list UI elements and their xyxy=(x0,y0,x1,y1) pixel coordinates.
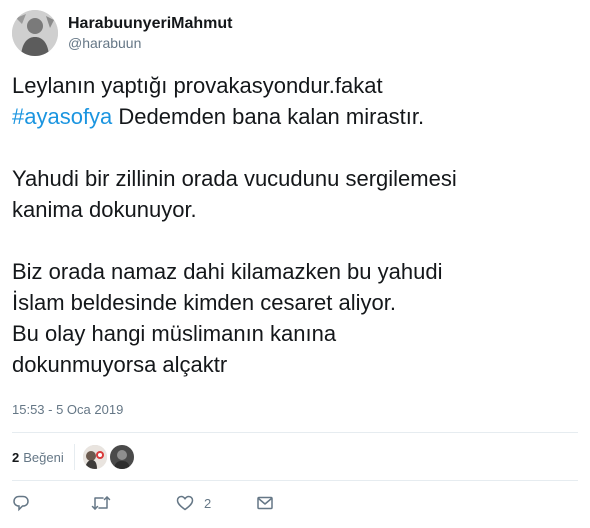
vertical-separator xyxy=(73,444,75,470)
author-handle[interactable]: @harabuun xyxy=(68,34,232,52)
likes-count[interactable]: 2 xyxy=(12,450,19,465)
tweet-line: İslam beldesinde kimden cesaret aliyor. xyxy=(12,290,396,315)
likes-label[interactable]: Beğeni xyxy=(23,450,63,465)
divider xyxy=(12,480,578,481)
tweet-line: Bu olay hangi müslimanın kanına xyxy=(12,321,337,346)
author-display-name[interactable]: HarabuunyeriMahmut xyxy=(68,14,232,34)
tweet-line: Yahudi bir zillinin orada vucudunu sergi… xyxy=(12,166,457,191)
reply-icon xyxy=(12,494,30,512)
like-button[interactable]: 2 xyxy=(176,494,211,512)
envelope-icon xyxy=(256,494,274,512)
tweet-line-rest: Dedemden bana kalan mirastır. xyxy=(112,104,425,129)
author-avatar[interactable] xyxy=(12,10,58,56)
liker-avatar[interactable] xyxy=(82,445,107,469)
hashtag-link[interactable]: #ayasofya xyxy=(12,104,112,129)
reply-button[interactable] xyxy=(12,494,30,512)
tweet-line: #ayasofya Dedemden bana kalan mirastır. xyxy=(12,101,582,132)
like-count: 2 xyxy=(204,495,212,511)
tweet-text: Leylanın yaptığı provakasyondur.fakat #a… xyxy=(12,70,582,380)
tweet-line: Leylanın yaptığı provakasyondur.fakat xyxy=(12,73,383,98)
tweet-header: HarabuunyeriMahmut @harabuun xyxy=(12,10,232,56)
heart-icon xyxy=(176,494,194,512)
direct-message-button[interactable] xyxy=(256,494,274,512)
liker-avatar[interactable] xyxy=(109,445,134,469)
tweet-line: dokunmuyorsa alçaktr xyxy=(12,352,228,377)
tweet-line: kanima dokunuyor. xyxy=(12,197,197,222)
retweet-icon xyxy=(91,494,111,512)
likes-row: 2 Beğeni xyxy=(12,443,137,471)
tweet-line: Biz orada namaz dahi kilamazken bu yahud… xyxy=(12,259,443,284)
divider xyxy=(12,432,578,433)
tweet-timestamp[interactable]: 15:53 - 5 Oca 2019 xyxy=(12,401,123,419)
retweet-button[interactable] xyxy=(91,494,111,512)
